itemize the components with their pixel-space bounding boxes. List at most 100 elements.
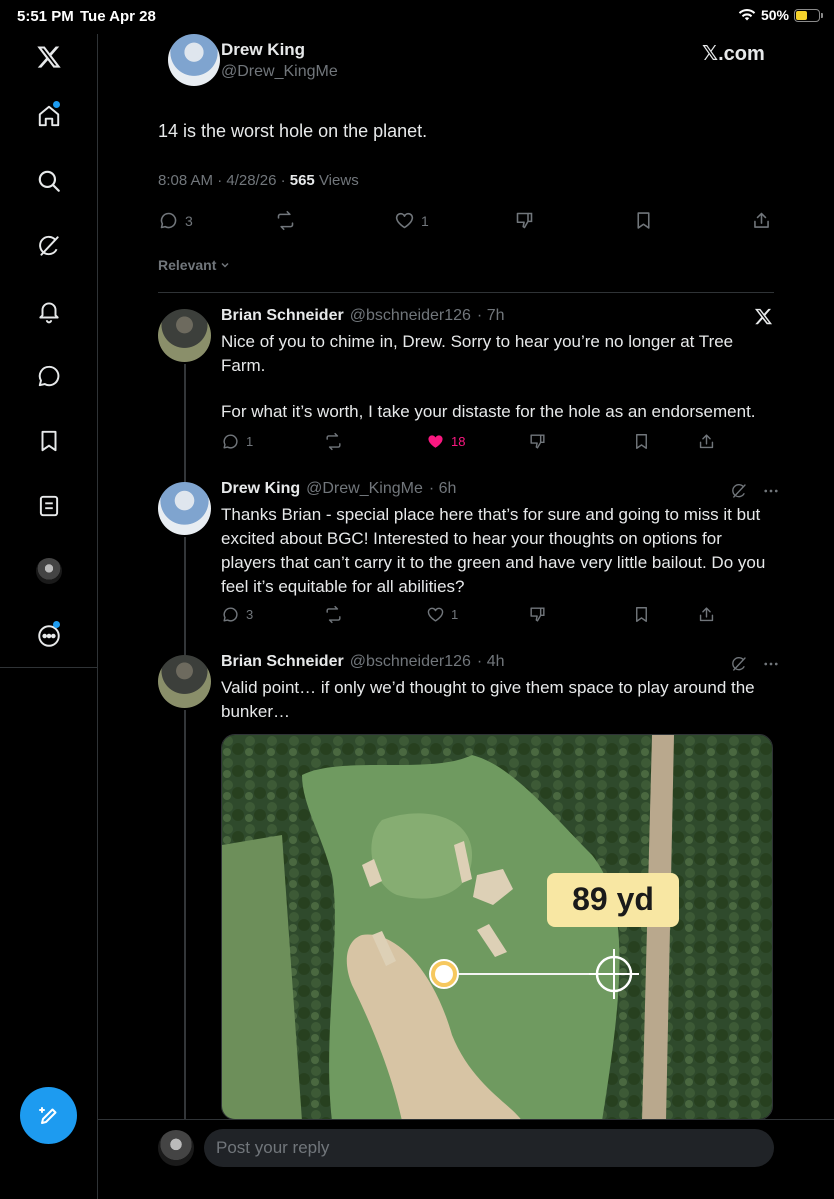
battery-icon: [794, 8, 823, 22]
my-avatar[interactable]: [158, 1130, 194, 1166]
divider: [158, 292, 774, 293]
reply-text: Valid point… if only we’d thought to giv…: [221, 678, 755, 721]
like-button[interactable]: 1: [426, 605, 458, 624]
reply-count: 3: [185, 212, 193, 229]
reply-menu: [730, 655, 780, 673]
reply-author-handle[interactable]: @Drew_KingMe: [306, 480, 423, 498]
grok-icon[interactable]: [730, 655, 748, 673]
thumbs-down-icon: [530, 434, 545, 449]
share-icon: [699, 607, 714, 622]
notifications-icon[interactable]: [34, 296, 64, 326]
status-time: 5:51 PM: [17, 8, 74, 25]
reply-count: 1: [246, 434, 254, 449]
thread-line: [184, 710, 186, 1120]
repost-icon: [326, 605, 341, 624]
reply-author-handle[interactable]: @bschneider126: [350, 653, 471, 671]
tweet-timestamp[interactable]: 8:08 AM · 4/28/26 ·: [158, 172, 290, 189]
golf-hole-image[interactable]: 89 yd: [221, 734, 773, 1120]
sidebar: [0, 34, 98, 1199]
repost-button[interactable]: [324, 605, 343, 624]
reply-author-name[interactable]: Drew King: [221, 480, 300, 498]
like-count: 1: [451, 607, 459, 622]
grok-icon[interactable]: [34, 231, 64, 261]
reply-composer: [98, 1119, 834, 1199]
like-button[interactable]: 1: [394, 210, 429, 231]
share-button[interactable]: [697, 605, 716, 624]
sort-label: Relevant: [158, 257, 217, 273]
view-count: 565: [289, 172, 315, 189]
share-icon: [699, 434, 714, 449]
battery-percent: 50%: [760, 7, 789, 23]
reply-author-handle[interactable]: @bschneider126: [350, 307, 471, 325]
reply-icon: [223, 434, 238, 449]
dislike-button[interactable]: [528, 432, 547, 451]
author-avatar[interactable]: [168, 34, 220, 86]
compose-icon: [38, 1106, 56, 1124]
messages-icon[interactable]: [34, 361, 64, 391]
bookmark-button[interactable]: [632, 605, 651, 624]
repost-icon: [326, 432, 341, 451]
reply-input[interactable]: [204, 1129, 774, 1167]
home-badge: [53, 101, 60, 108]
bookmark-button[interactable]: [633, 210, 654, 231]
chevron-down-icon: [221, 262, 229, 268]
bookmark-button[interactable]: [632, 432, 651, 451]
tweet-text: 14 is the worst hole on the planet.: [158, 121, 428, 141]
site-brand: 𝕏.com: [702, 43, 765, 65]
more-options-icon[interactable]: [762, 482, 780, 500]
bookmarks-icon[interactable]: [34, 426, 64, 456]
dislike-button[interactable]: [514, 210, 535, 231]
bookmark-icon: [636, 607, 647, 622]
grok-icon[interactable]: [730, 482, 748, 500]
sidebar-divider: [0, 667, 98, 668]
reply-header: Brian Schneider @bschneider126 · 4h: [221, 653, 505, 671]
reply-header: Drew King @Drew_KingMe · 6h: [221, 480, 456, 498]
more-options-icon[interactable]: [762, 655, 780, 673]
main-content: Drew King @Drew_KingMe 𝕏.com 14 is the w…: [98, 34, 834, 1199]
sort-dropdown[interactable]: Relevant: [158, 257, 231, 273]
like-count: 1: [421, 212, 429, 229]
reply-avatar[interactable]: [158, 309, 211, 362]
reply-text-2: For what it’s worth, I take your distast…: [221, 402, 756, 421]
status-date: Tue Apr 28: [80, 8, 156, 25]
thread-line: [184, 364, 186, 494]
search-icon[interactable]: [34, 166, 64, 196]
thumbs-down-icon: [516, 212, 533, 229]
repost-button[interactable]: [275, 210, 302, 231]
reply-avatar[interactable]: [158, 655, 211, 708]
lists-icon[interactable]: [34, 491, 64, 521]
thumbs-down-icon: [530, 607, 545, 622]
reply-avatar[interactable]: [158, 482, 211, 535]
reply-text: Nice of you to chime in, Drew. Sorry to …: [221, 332, 734, 375]
profile-avatar[interactable]: [34, 556, 64, 586]
heart-filled-icon: [428, 435, 443, 448]
reply-header: Brian Schneider @bschneider126 · 7h: [221, 307, 505, 325]
wifi-icon: [738, 9, 756, 21]
heart-icon: [395, 212, 414, 229]
reply-button[interactable]: 3: [158, 210, 193, 231]
bookmark-icon: [637, 212, 650, 229]
reply-age: · 4h: [476, 653, 505, 670]
reply-author-name[interactable]: Brian Schneider: [221, 653, 344, 671]
reply-author-name[interactable]: Brian Schneider: [221, 307, 344, 325]
repost-button[interactable]: [324, 432, 343, 451]
author-name[interactable]: Drew King: [221, 40, 305, 60]
share-button[interactable]: [751, 210, 772, 231]
x-logo-icon[interactable]: [34, 42, 64, 72]
share-button[interactable]: [697, 432, 716, 451]
author-handle[interactable]: @Drew_KingMe: [221, 63, 338, 81]
thread-line: [184, 537, 186, 665]
bookmark-icon: [636, 434, 647, 449]
heart-icon: [427, 607, 444, 622]
share-icon: [754, 212, 769, 228]
reply-text: Thanks Brian - special place here that’s…: [221, 505, 766, 596]
like-button[interactable]: 18: [426, 432, 465, 451]
dislike-button[interactable]: [528, 605, 547, 624]
compose-button[interactable]: [20, 1087, 77, 1144]
reply-age: · 6h: [428, 480, 457, 497]
tweet-meta: 8:08 AM · 4/28/26 · 565 Views: [158, 172, 359, 189]
status-bar: 5:51 PM Tue Apr 28 50%: [0, 0, 834, 34]
view-label: Views: [314, 172, 359, 189]
reply-button[interactable]: 3: [221, 605, 253, 624]
reply-button[interactable]: 1: [221, 432, 253, 451]
